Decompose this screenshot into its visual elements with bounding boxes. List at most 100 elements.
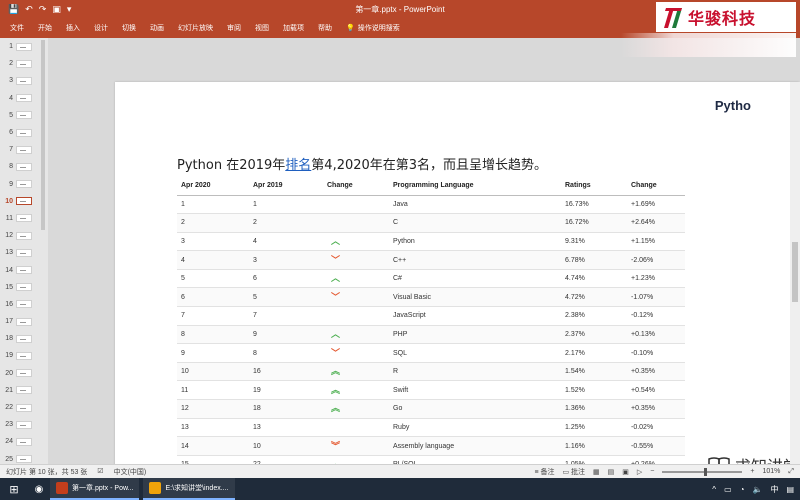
table-row: 14 10 ︾ Assembly language 1.16% -0.55% <box>177 436 685 456</box>
accessibility-icon[interactable]: ☑ <box>97 467 103 477</box>
rating-value: 16.72% <box>561 213 627 233</box>
rating-value: 1.16% <box>561 436 627 456</box>
zoom-level[interactable]: 101% <box>762 468 780 475</box>
thumbnail-20[interactable]: 20 <box>0 365 44 382</box>
tab-addins[interactable]: 加载项 <box>283 23 304 33</box>
network-icon[interactable]: ◔ <box>740 485 745 494</box>
system-tray: ^ ▭ ◔ 🔈 中 ▤ <box>712 484 794 495</box>
taskbar-app-sublime[interactable]: E:\求知讲堂\index.... <box>143 478 235 500</box>
rating-delta: +0.54% <box>627 380 685 401</box>
thumbnail-6[interactable]: 6 <box>0 124 44 141</box>
trend-down-icon: ﹀ <box>331 347 341 358</box>
tab-help[interactable]: 帮助 <box>318 23 332 33</box>
rank-change: ︽ <box>323 399 389 419</box>
language-name: Assembly language <box>389 436 561 456</box>
table-row: 4 3 ﹀ C++ 6.78% -2.06% <box>177 250 685 270</box>
thumbnail-17[interactable]: 17 <box>0 313 44 330</box>
ranking-link[interactable]: 排名 <box>285 158 311 173</box>
rating-delta: +0.35% <box>627 399 685 419</box>
rank-change <box>323 213 389 233</box>
table-body: 1 1 Java 16.73% +1.69% 2 2 C 16.72% +2.64% 3 4 ︿ Pyth… <box>177 195 685 475</box>
present-icon[interactable]: ▣ <box>52 4 61 15</box>
rank-2020: 1 <box>177 195 249 215</box>
rank-2019: 2 <box>249 213 323 233</box>
rating-value: 2.37% <box>561 325 627 345</box>
rating-value: 6.78% <box>561 250 627 270</box>
thumbnail-12[interactable]: 12 <box>0 227 44 244</box>
rank-change: ︿ <box>323 325 389 345</box>
thumbnail-11[interactable]: 11 <box>0 210 44 227</box>
slideshow-view-icon[interactable]: ▷ <box>637 468 642 476</box>
thumbnail-23[interactable]: 23 <box>0 416 44 433</box>
thumbnail-18[interactable]: 18 <box>0 330 44 347</box>
slide-canvas[interactable]: Pytho Python 在2019年排名第4,2020年在第3名，而且呈增长趋… <box>115 82 799 486</box>
zoom-slider[interactable] <box>662 467 743 476</box>
language-name: JavaScript <box>389 306 561 326</box>
thumbnail-4[interactable]: 4 <box>0 90 44 107</box>
thumbnail-5[interactable]: 5 <box>0 107 44 124</box>
language-indicator[interactable]: 中文(中国) <box>114 467 147 477</box>
redo-icon[interactable]: ↷ <box>39 4 47 15</box>
tray-chevron-icon[interactable]: ^ <box>712 485 716 494</box>
sorter-view-icon[interactable]: ▤ <box>608 468 615 476</box>
tab-slideshow[interactable]: 幻灯片放映 <box>178 23 213 33</box>
tab-insert[interactable]: 插入 <box>66 23 80 33</box>
rank-change: ︿ <box>323 232 389 252</box>
editor-scrollbar[interactable] <box>790 82 800 488</box>
rank-change: ︾ <box>323 436 389 456</box>
battery-icon[interactable]: ▭ <box>724 485 732 494</box>
header-change: Change <box>323 177 389 196</box>
thumbnail-14[interactable]: 14 <box>0 261 44 278</box>
thumbnail-19[interactable]: 19 <box>0 347 44 364</box>
trend-up-icon: ︽ <box>331 403 341 414</box>
language-name: Python <box>389 232 561 252</box>
thumbnail-9[interactable]: 9 <box>0 176 44 193</box>
comments-button[interactable]: ▭ 批注 <box>562 467 585 477</box>
table-row: 8 9 ︿ PHP 2.37% +0.13% <box>177 325 685 345</box>
rating-delta: -0.02% <box>627 418 685 438</box>
tab-file[interactable]: 文件 <box>10 23 24 33</box>
normal-view-icon[interactable]: ▦ <box>593 468 600 476</box>
thumbnail-16[interactable]: 16 <box>0 296 44 313</box>
tab-review[interactable]: 审阅 <box>227 23 241 33</box>
rank-2020: 13 <box>177 418 249 438</box>
thumbnail-22[interactable]: 22 <box>0 399 44 416</box>
tab-animations[interactable]: 动画 <box>150 23 164 33</box>
tab-home[interactable]: 开始 <box>38 23 52 33</box>
thumbnail-13[interactable]: 13 <box>0 244 44 261</box>
tab-transitions[interactable]: 切换 <box>122 23 136 33</box>
zoom-in-button[interactable]: + <box>750 468 754 475</box>
zoom-out-button[interactable]: − <box>650 468 654 475</box>
thumbnail-3[interactable]: 3 <box>0 72 44 89</box>
thumbnail-1[interactable]: 1 <box>0 38 44 55</box>
thumbnail-25[interactable]: 25 <box>0 451 44 465</box>
save-icon[interactable]: 💾 <box>8 4 19 15</box>
taskbar-app-powerpoint[interactable]: 第一章.pptx - Pow... <box>50 478 140 500</box>
tell-me-box[interactable]: 💡 操作说明搜索 <box>346 23 400 33</box>
thumbnail-24[interactable]: 24 <box>0 433 44 450</box>
volume-icon[interactable]: 🔈 <box>752 485 762 494</box>
rank-change <box>323 195 389 215</box>
thumbnail-scrollbar[interactable] <box>41 40 45 230</box>
windows-start-icon[interactable]: ⊞ <box>0 478 28 500</box>
chrome-icon[interactable]: ◉ <box>28 478 50 500</box>
tab-design[interactable]: 设计 <box>94 23 108 33</box>
qat-more-icon[interactable]: ▾ <box>67 4 72 15</box>
notification-icon[interactable]: ▤ <box>786 485 794 494</box>
thumbnail-15[interactable]: 15 <box>0 279 44 296</box>
thumbnail-7[interactable]: 7 <box>0 141 44 158</box>
editor-scrollbar-thumb[interactable] <box>792 242 798 302</box>
tab-view[interactable]: 视图 <box>255 23 269 33</box>
fit-slide-icon[interactable]: ⤢ <box>788 468 794 476</box>
thumbnail-10-active[interactable]: 10 <box>0 193 44 210</box>
ime-indicator[interactable]: 中 <box>770 484 778 495</box>
undo-icon[interactable]: ↶ <box>25 4 33 15</box>
notes-button[interactable]: ≡ 备注 <box>534 467 554 477</box>
thumbnail-2[interactable]: 2 <box>0 55 44 72</box>
thumbnail-21[interactable]: 21 <box>0 382 44 399</box>
reading-view-icon[interactable]: ▣ <box>622 468 629 476</box>
rank-2020: 6 <box>177 287 249 308</box>
rank-2019: 4 <box>249 232 323 252</box>
thumbnail-8[interactable]: 8 <box>0 158 44 175</box>
powerpoint-icon <box>56 482 68 494</box>
